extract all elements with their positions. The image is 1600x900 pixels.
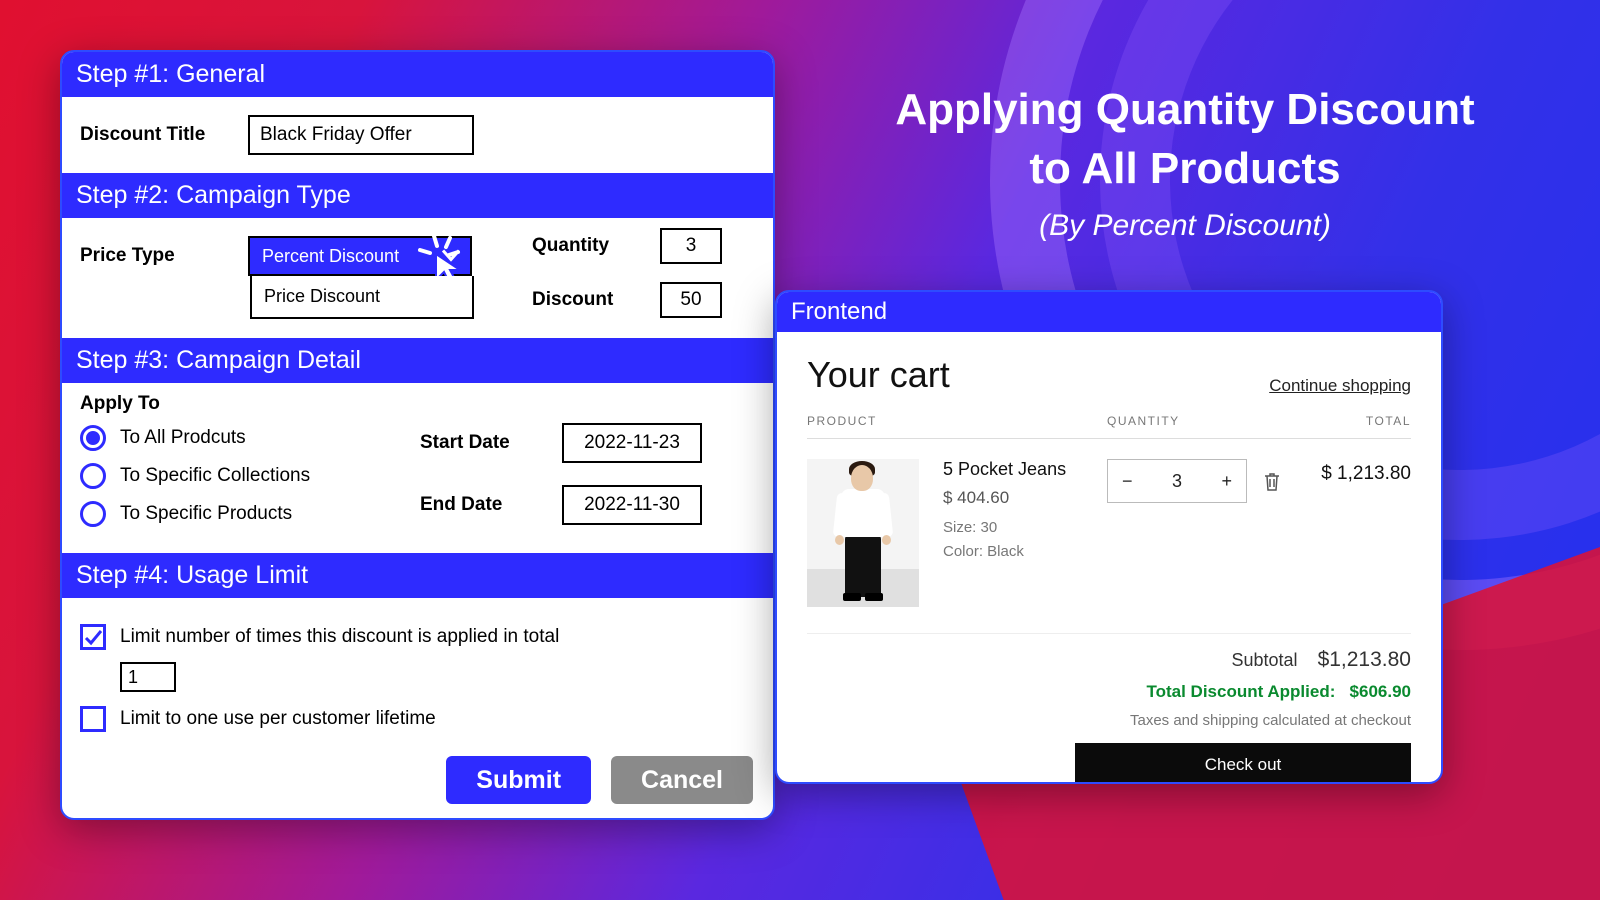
product-image [807,459,919,607]
line-total: $ 1,213.80 [1291,459,1411,607]
discount-label: Discount [532,289,642,311]
discount-title-label: Discount Title [80,124,230,146]
cart-line-item: 5 Pocket Jeans $ 404.60 Size: 30 Color: … [807,439,1411,634]
discount-input[interactable] [660,282,722,318]
end-date-label: End Date [420,494,544,516]
product-color: Color: Black [943,540,1107,564]
checkbox-icon [80,706,106,732]
cart-title: Your cart [807,354,950,396]
step1-header: Step #1: General [62,52,773,97]
radio-checked-icon [80,425,106,451]
quantity-input[interactable] [660,228,722,264]
checkbox-checked-icon [80,624,106,650]
subtotal-value: $1,213.80 [1318,648,1411,671]
apply-to-all-option[interactable]: To All Prodcuts [80,425,380,451]
quantity-value: 3 [1172,471,1182,492]
start-date-label: Start Date [420,432,544,454]
step4-header: Step #4: Usage Limit [62,553,773,598]
end-date-input[interactable] [562,485,702,525]
step2-header: Step #2: Campaign Type [62,173,773,218]
tax-note: Taxes and shipping calculated at checkou… [807,712,1411,729]
apply-to-products-option[interactable]: To Specific Products [80,501,380,527]
product-size: Size: 30 [943,516,1107,540]
price-type-option-price-discount[interactable]: Price Discount [252,276,472,317]
frontend-header: Frontend [777,292,1441,332]
frontend-preview-panel: Frontend Your cart Continue shopping PRO… [775,290,1443,784]
discount-applied-label: Total Discount Applied: [1146,682,1335,701]
chevron-down-icon [442,246,460,267]
trash-icon[interactable] [1263,471,1281,493]
marketing-headline: Applying Quantity Discountto All Product… [810,80,1560,243]
price-type-label: Price Type [80,245,230,267]
checkout-button[interactable]: Check out [1075,743,1411,784]
quantity-stepper[interactable]: − 3 + [1107,459,1247,503]
apply-to-label: Apply To [80,393,380,415]
radio-icon [80,463,106,489]
limit-per-customer-checkbox[interactable]: Limit to one use per customer lifetime [80,706,755,732]
submit-button[interactable]: Submit [446,756,591,804]
subtotal-label: Subtotal [1231,650,1297,670]
cancel-button[interactable]: Cancel [611,756,753,804]
price-type-selected: Percent Discount [262,246,399,267]
cart-columns: PRODUCT QUANTITY TOTAL [807,414,1411,439]
quantity-label: Quantity [532,235,642,257]
plus-icon[interactable]: + [1221,471,1232,492]
admin-form-panel: Step #1: General Discount Title Step #2:… [60,50,775,820]
limit-total-checkbox[interactable]: Limit number of times this discount is a… [80,624,755,650]
price-type-options: Price Discount [250,276,474,319]
start-date-input[interactable] [562,423,702,463]
step3-header: Step #3: Campaign Detail [62,338,773,383]
price-type-select[interactable]: Percent Discount [248,236,472,276]
discount-applied-value: $606.90 [1350,682,1411,701]
limit-total-input[interactable] [120,662,176,692]
radio-icon [80,501,106,527]
apply-to-collections-option[interactable]: To Specific Collections [80,463,380,489]
discount-title-input[interactable] [248,115,474,155]
continue-shopping-link[interactable]: Continue shopping [1269,376,1411,396]
minus-icon[interactable]: − [1122,471,1133,492]
product-name: 5 Pocket Jeans [943,459,1107,480]
product-price: $ 404.60 [943,488,1107,508]
